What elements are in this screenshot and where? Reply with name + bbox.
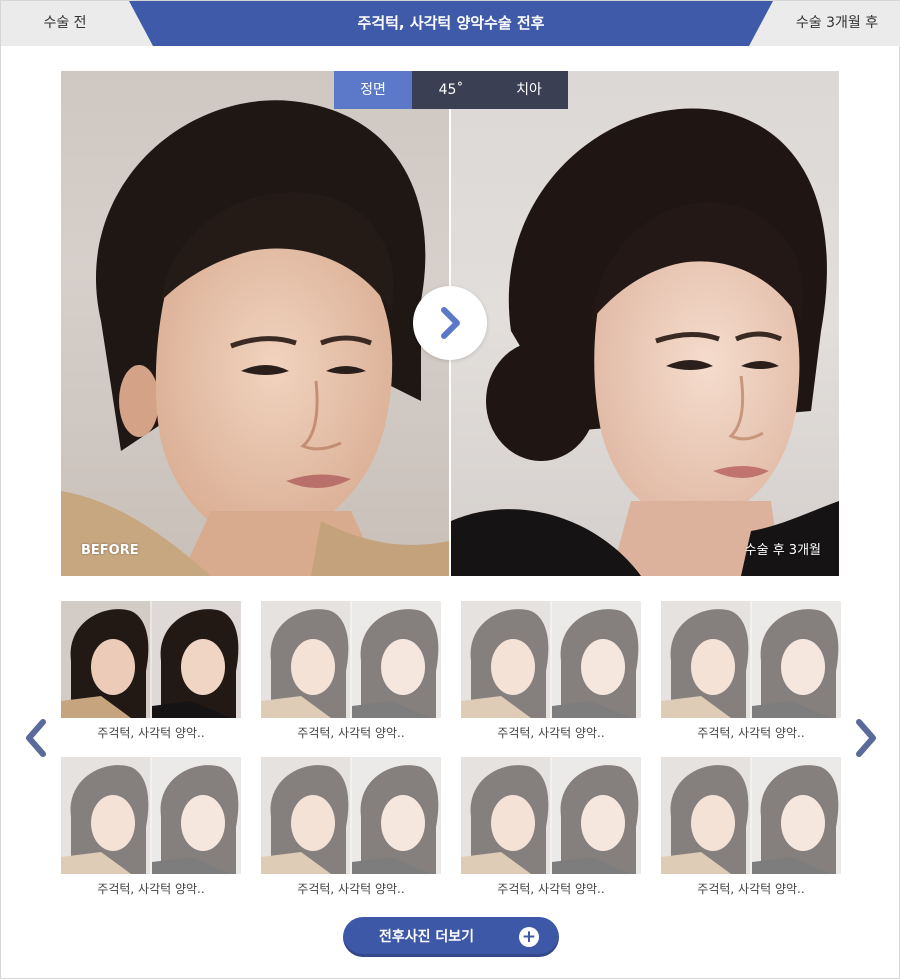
header-bar: 수술 전 주걱턱, 사각턱 양악수술 전후 수술 3개월 후 [1,1,900,46]
prev-page-button[interactable] [21,716,51,760]
thumbnail-caption: 주걱턱, 사각턱 양악.. [497,726,605,740]
before-photo: BEFORE [61,71,449,576]
thumbnail-item[interactable]: 주걱턱, 사각턱 양악.. [61,757,241,897]
thumbnail-caption: 주걱턱, 사각턱 양악.. [97,726,205,740]
thumbnail-image [661,757,841,874]
thumbnail-image [61,757,241,874]
next-page-button[interactable] [851,716,881,760]
after-photo: 수술 후 3개월 [451,71,839,576]
thumbnail-image [461,757,641,874]
thumbnail-image [261,601,441,718]
chevron-right-icon [856,719,876,757]
tab-teeth[interactable]: 치아 [490,71,568,109]
more-photos-button[interactable]: 전후사진 더보기 + [343,917,559,957]
after-watermark: 수술 후 3개월 [744,543,821,558]
thumbnail-caption: 주걱턱, 사각턱 양악.. [497,882,605,896]
more-photos-label: 전후사진 더보기 [379,929,475,945]
before-watermark: BEFORE [81,543,139,558]
thumbnail-caption: 주걱턱, 사각턱 양악.. [97,882,205,896]
chevron-right-icon [441,307,460,339]
view-tabs: 정면 45˚ 치아 [334,71,568,109]
after-surgery-label: 수술 3개월 후 [795,15,879,31]
compare-arrow-button[interactable] [413,286,487,360]
thumbnail-caption: 주걱턱, 사각턱 양악.. [697,882,805,896]
before-portrait-image [61,100,449,576]
compare-viewer: 정면 45˚ 치아 BEFORE 수술 후 3개월 [61,71,841,576]
thumbnail-caption: 주걱턱, 사각턱 양악.. [297,882,405,896]
thumbnail-caption: 주걱턱, 사각턱 양악.. [297,726,405,740]
tab-front[interactable]: 정면 [334,71,412,109]
before-after-widget: 수술 전 주걱턱, 사각턱 양악수술 전후 수술 3개월 후 정면 45˚ 치아 [0,0,900,979]
before-surgery-label: 수술 전 [43,15,87,31]
after-portrait-image [451,108,839,576]
chevron-left-icon [26,719,46,757]
thumbnail-item[interactable]: 주걱턱, 사각턱 양악.. [661,601,841,741]
tab-45-degree[interactable]: 45˚ [412,71,490,109]
thumbnail-image [461,601,641,718]
thumbnail-image [261,757,441,874]
thumbnail-item[interactable]: 주걱턱, 사각턱 양악.. [661,757,841,897]
thumbnail-item[interactable]: 주걱턱, 사각턱 양악.. [461,757,641,897]
thumbnail-caption: 주걱턱, 사각턱 양악.. [697,726,805,740]
thumbnail-image [61,601,241,718]
thumbnail-image [661,601,841,718]
thumbnail-item[interactable]: 주걱턱, 사각턱 양악.. [261,757,441,897]
thumbnail-item[interactable]: 주걱턱, 사각턱 양악.. [61,601,241,741]
plus-icon: + [519,927,539,947]
case-title: 주걱턱, 사각턱 양악수술 전후 [129,1,773,46]
thumbnail-item[interactable]: 주걱턱, 사각턱 양악.. [461,601,641,741]
thumbnail-item[interactable]: 주걱턱, 사각턱 양악.. [261,601,441,741]
